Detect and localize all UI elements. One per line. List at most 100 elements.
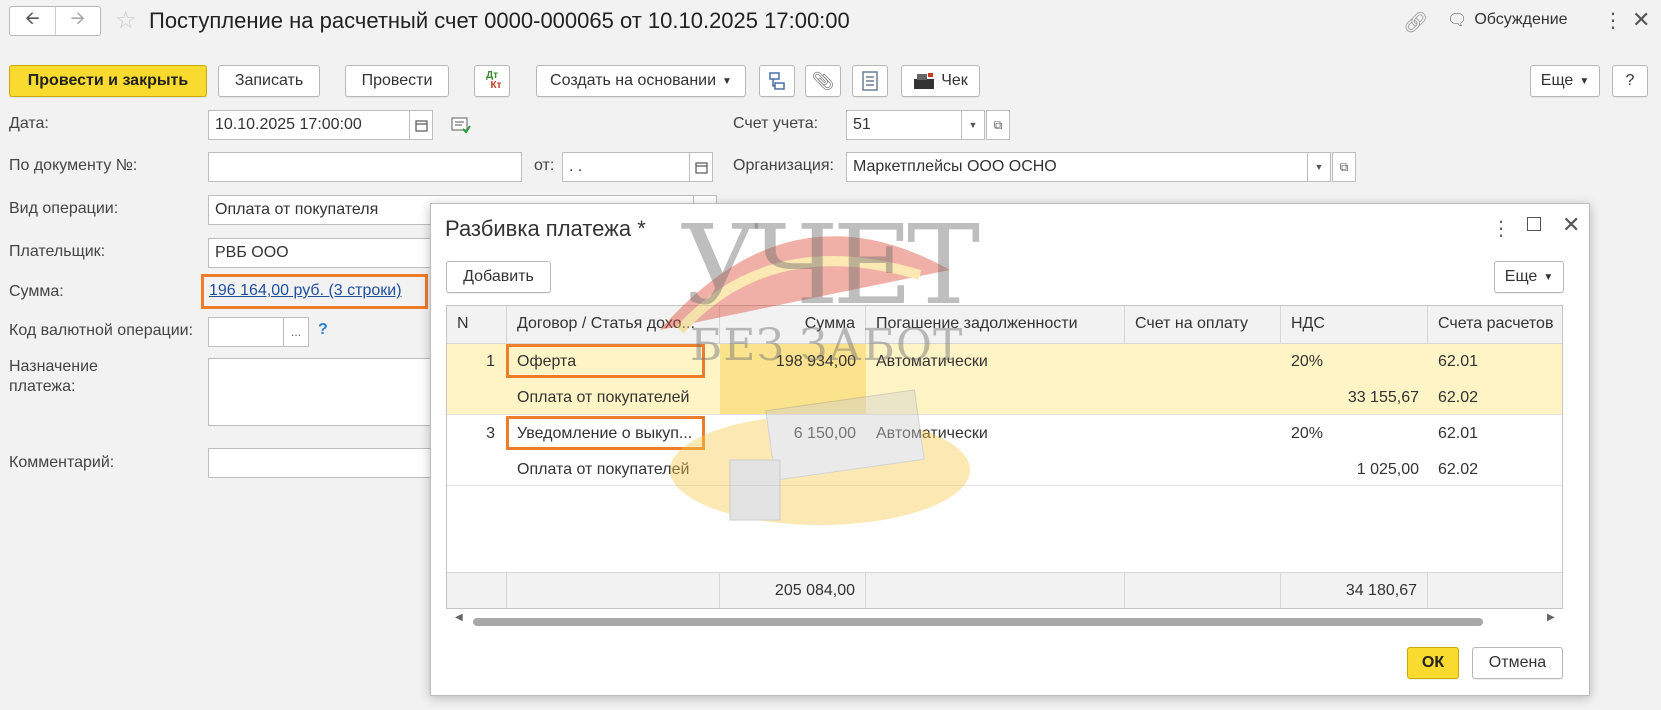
discussion-button[interactable]: 🗨︎ Обсуждение [1447,10,1568,30]
account-cell[interactable]: 62.01 [1438,353,1558,371]
link-icon[interactable]: 🔗︎ [1403,10,1428,35]
back-arrow-icon[interactable]: 🡨 [10,7,55,35]
calendar-button[interactable] [409,110,433,140]
payment-split-dialog: Разбивка платежа * ⋮ ✕ Добавить Еще ▼ N … [430,203,1590,696]
totals-cell [507,573,720,608]
organization-dropdown-button[interactable]: ▼ [1307,152,1331,182]
totals-cell [1125,573,1281,608]
organization-open-button[interactable]: ⧉ [1332,152,1356,182]
more-vertical-icon[interactable]: ⋮ [1491,216,1511,241]
payer-field[interactable]: РВБ ООО [208,238,434,268]
column-header-settlement-accounts[interactable]: Счета расчетов [1428,306,1562,344]
account-cell[interactable]: 62.02 [1438,389,1558,407]
date-label: Дата: [9,115,49,132]
vat-rate-cell[interactable]: 20% [1291,353,1411,371]
calendar-icon [414,119,428,132]
account-dropdown-button[interactable]: ▼ [961,110,985,140]
comment-label: Комментарий: [9,454,115,471]
close-icon[interactable]: ✕ [1562,212,1580,238]
column-header-contract[interactable]: Договор / Статья дохо... [507,306,720,344]
chevron-down-icon: ▼ [1314,162,1324,172]
payer-label: Плательщик: [9,243,106,260]
column-header-repayment[interactable]: Погашение задолженности [866,306,1125,344]
chevron-down-icon: ▼ [1579,75,1590,87]
currency-operation-label: Код валютной операции: [9,322,194,339]
discussion-label: Обсуждение [1474,11,1568,28]
chevron-down-icon: ▼ [722,75,732,87]
post-and-close-button[interactable]: Провести и закрыть [9,65,207,97]
total-sum: 205 084,00 [720,573,866,608]
open-window-icon: ⧉ [993,117,1003,132]
currency-operation-field[interactable] [208,317,284,347]
maximize-icon[interactable] [1527,217,1541,231]
dialog-more-button[interactable]: Еще ▼ [1494,261,1564,293]
vat-sum-cell[interactable]: 1 025,00 [1281,461,1419,479]
contract-highlight-frame [506,416,705,450]
close-icon[interactable]: ✕ [1632,7,1650,33]
column-header-n[interactable]: N [447,306,507,344]
calendar-icon [694,161,708,174]
column-header-invoice[interactable]: Счет на оплату [1125,306,1281,344]
create-based-on-button[interactable]: Создать на основании ▼ [536,65,746,97]
account-cell[interactable]: 62.02 [1438,461,1558,479]
paperclip-icon: 📎︎ [811,70,835,91]
row-number: 1 [486,353,495,370]
more-vertical-icon[interactable]: ⋮ [1603,8,1623,33]
currency-select-button[interactable]: ... [283,317,309,347]
purpose-textarea[interactable] [208,358,434,426]
more-label: Еще [1504,268,1538,285]
sum-cell[interactable]: 6 150,00 [720,425,856,443]
forward-arrow-icon[interactable]: 🡪 [54,7,101,35]
dialog-title: Разбивка платежа * [445,216,646,241]
article-cell[interactable]: Оплата от покупателей [517,461,717,479]
totals-row: 205 084,00 34 180,67 [447,572,1562,608]
dt-kt-button[interactable]: Дт Кт [474,65,510,97]
sum-cell[interactable]: 198 934,00 [720,353,856,371]
hierarchy-icon [769,72,785,90]
report-button[interactable] [852,65,888,97]
scroll-right-icon[interactable]: ▶ [1547,612,1555,623]
column-header-sum[interactable]: Сумма [720,306,866,344]
post-button[interactable]: Провести [345,65,449,97]
account-cell[interactable]: 62.01 [1438,425,1558,443]
from-date-label: от: [534,157,555,174]
chevron-down-icon: ▼ [1543,271,1554,283]
vat-sum-cell[interactable]: 33 155,67 [1281,389,1419,407]
article-cell[interactable]: Оплата от покупателей [517,389,717,407]
date-field[interactable]: 10.10.2025 17:00:00 [208,110,410,140]
repayment-cell[interactable]: Автоматически [876,353,1116,371]
cash-register-icon [914,73,935,89]
receipt-button[interactable]: Чек [901,65,980,97]
document-list-icon[interactable] [451,116,471,138]
document-number-field[interactable] [208,152,522,182]
organization-field[interactable]: Маркетплейсы ООО ОСНО [846,152,1308,182]
purpose-label-line2: платежа: [9,378,76,395]
purpose-label-line1: Назначение [9,358,98,375]
from-date-field[interactable]: . . [562,152,690,182]
star-icon[interactable]: ☆ [115,8,137,34]
ok-button[interactable]: ОК [1407,647,1459,679]
save-button[interactable]: Записать [218,65,320,97]
dt-kt-icon-bottom: Кт [490,80,502,91]
from-date-calendar-button[interactable] [689,152,713,182]
scrollbar-thumb[interactable] [473,618,1483,626]
account-field[interactable]: 51 [846,110,962,140]
receipt-label: Чек [941,72,968,89]
structure-button[interactable] [759,65,795,97]
repayment-cell[interactable]: Автоматически [876,425,1116,443]
scroll-left-icon[interactable]: ◀ [455,612,463,623]
comment-field[interactable] [208,448,434,478]
account-label: Счет учета: [733,115,819,132]
column-header-vat[interactable]: НДС [1281,306,1428,344]
more-button[interactable]: Еще ▼ [1530,65,1600,97]
account-open-button[interactable]: ⧉ [986,110,1010,140]
cancel-button[interactable]: Отмена [1472,647,1563,679]
vat-rate-cell[interactable]: 20% [1291,425,1411,443]
totals-cell [447,573,507,608]
navigation-buttons: 🡨 🡪 [9,6,101,36]
attach-button[interactable]: 📎︎ [805,65,841,97]
row-separator [447,485,1562,486]
add-button[interactable]: Добавить [446,261,551,293]
help-question-icon[interactable]: ? [318,321,328,339]
help-button[interactable]: ? [1612,65,1648,97]
